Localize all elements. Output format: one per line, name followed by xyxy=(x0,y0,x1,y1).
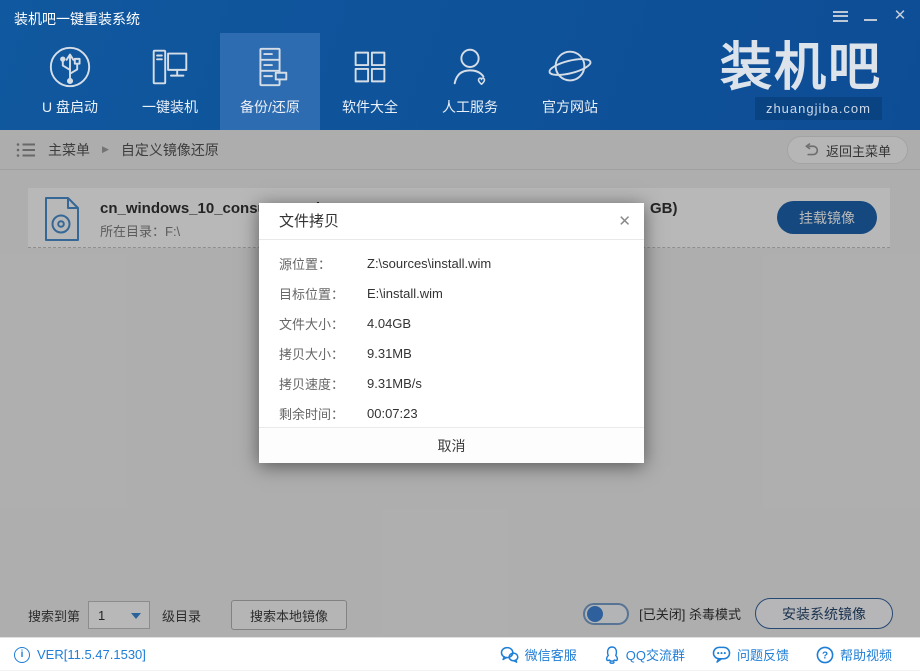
info-icon: i xyxy=(14,647,30,663)
row-value: Z:\sources\install.wim xyxy=(367,256,491,271)
close-button[interactable]: ✕ xyxy=(890,6,910,26)
software-grid-icon xyxy=(347,44,393,90)
row-label: 拷贝大小： xyxy=(279,344,367,363)
brand-logo: 装机吧 zhuangjiba.com xyxy=(720,40,882,120)
dialog-row-time-remaining: 剩余时间： 00:07:23 xyxy=(259,398,644,428)
status-link-label: 问题反馈 xyxy=(737,645,789,664)
wechat-support-link[interactable]: 微信客服 xyxy=(500,645,577,664)
dialog-row-source: 源位置： Z:\sources\install.wim xyxy=(259,248,644,278)
minimize-button[interactable] xyxy=(860,6,880,26)
feedback-bubble-icon xyxy=(712,646,731,663)
nav-label: 软件大全 xyxy=(342,97,398,117)
row-label: 剩余时间： xyxy=(279,404,367,423)
computer-icon xyxy=(147,44,193,90)
status-link-label: 帮助视频 xyxy=(840,645,892,664)
close-icon: ✕ xyxy=(894,6,907,26)
nav-label: 人工服务 xyxy=(442,97,498,117)
dialog-row-target: 目标位置： E:\install.wim xyxy=(259,278,644,308)
nav-item-usb-boot[interactable]: U 盘启动 xyxy=(20,33,120,130)
status-links: 微信客服 QQ交流群 问题反馈 ? 帮助视频 xyxy=(500,638,892,671)
status-link-label: 微信客服 xyxy=(525,645,577,664)
version-info: i VER[11.5.47.1530] xyxy=(14,638,146,671)
dialog-close-icon[interactable]: ✕ xyxy=(618,203,631,240)
row-value: 9.31MB xyxy=(367,346,412,361)
nav-label: 一键装机 xyxy=(142,97,198,117)
service-person-icon xyxy=(447,44,493,90)
file-copy-dialog: 文件拷贝 ✕ 源位置： Z:\sources\install.wim 目标位置：… xyxy=(259,203,644,463)
nav-item-official-website[interactable]: 官方网站 xyxy=(520,33,620,130)
menu-button[interactable] xyxy=(830,6,850,26)
minimize-icon xyxy=(864,19,877,21)
nav-label: U 盘启动 xyxy=(42,97,98,117)
cancel-button[interactable]: 取消 xyxy=(259,427,644,463)
row-label: 拷贝速度： xyxy=(279,374,367,393)
brand-logo-domain: zhuangjiba.com xyxy=(755,97,882,120)
row-value: 9.31MB/s xyxy=(367,376,422,391)
backup-restore-icon xyxy=(247,44,293,90)
row-value: 00:07:23 xyxy=(367,406,418,421)
svg-text:?: ? xyxy=(822,650,828,661)
row-value: E:\install.wim xyxy=(367,286,443,301)
title-bar: 装机吧一键重装系统 ✕ xyxy=(0,0,920,33)
dialog-row-copied-size: 拷贝大小： 9.31MB xyxy=(259,338,644,368)
help-video-icon: ? xyxy=(816,646,834,664)
nav-item-human-service[interactable]: 人工服务 xyxy=(420,33,520,130)
qq-icon xyxy=(604,646,620,664)
version-text: VER[11.5.47.1530] xyxy=(37,647,146,662)
dialog-row-copy-speed: 拷贝速度： 9.31MB/s xyxy=(259,368,644,398)
brand-logo-text: 装机吧 xyxy=(720,40,882,96)
website-globe-icon xyxy=(547,44,593,90)
nav-item-backup-restore[interactable]: 备份/还原 xyxy=(220,33,320,130)
nav-item-one-click-install[interactable]: 一键装机 xyxy=(120,33,220,130)
status-link-label: QQ交流群 xyxy=(626,645,685,664)
status-bar: i VER[11.5.47.1530] 微信客服 QQ交流群 xyxy=(0,637,920,670)
nav-label: 备份/还原 xyxy=(240,97,300,117)
main-nav: U 盘启动 一键装机 备份/还原 软件大 xyxy=(20,33,620,130)
app-header: 装机吧一键重装系统 ✕ U 盘启动 xyxy=(0,0,920,130)
qq-group-link[interactable]: QQ交流群 xyxy=(604,645,685,664)
row-value: 4.04GB xyxy=(367,316,411,331)
help-video-link[interactable]: ? 帮助视频 xyxy=(816,645,892,664)
wechat-icon xyxy=(500,646,519,663)
row-label: 目标位置： xyxy=(279,284,367,303)
row-label: 源位置： xyxy=(279,254,367,273)
feedback-link[interactable]: 问题反馈 xyxy=(712,645,789,664)
row-label: 文件大小： xyxy=(279,314,367,333)
usb-icon xyxy=(47,44,93,90)
app-title: 装机吧一键重装系统 xyxy=(14,9,140,29)
nav-item-software-collection[interactable]: 软件大全 xyxy=(320,33,420,130)
dialog-body: 源位置： Z:\sources\install.wim 目标位置： E:\ins… xyxy=(259,240,644,428)
dialog-header: 文件拷贝 ✕ xyxy=(259,203,644,240)
dialog-title: 文件拷贝 xyxy=(279,203,339,240)
hamburger-icon xyxy=(833,11,848,22)
nav-label: 官方网站 xyxy=(542,97,598,117)
dialog-row-file-size: 文件大小： 4.04GB xyxy=(259,308,644,338)
